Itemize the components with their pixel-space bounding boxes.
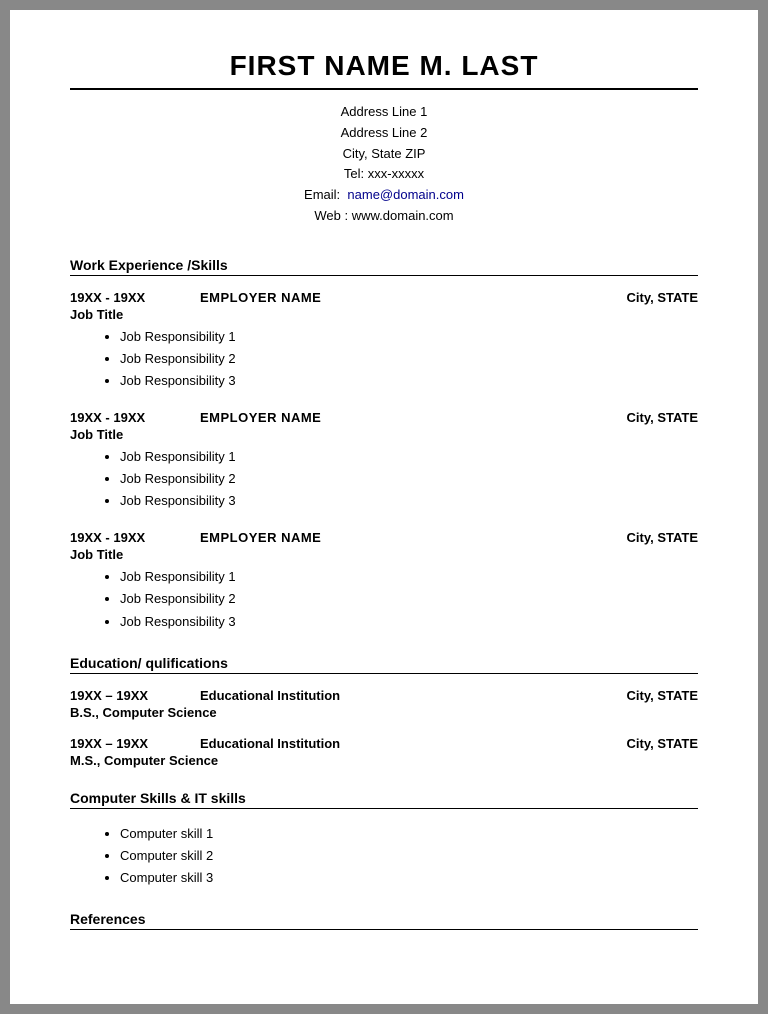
references-title: References <box>70 911 698 930</box>
job-1-responsibility-1: Job Responsibility 1 <box>120 326 698 348</box>
edu-dates-2: 19XX – 19XX <box>70 736 170 751</box>
job-location-2: City, STATE <box>627 410 699 425</box>
edu-institution-2: Educational Institution <box>200 736 340 751</box>
address-line1: Address Line 1 <box>70 102 698 123</box>
job-entry-2: 19XX - 19XX EMPLOYER NAME City, STATE Jo… <box>70 410 698 512</box>
contact-info: Address Line 1 Address Line 2 City, Stat… <box>70 102 698 227</box>
education-title: Education/ qulifications <box>70 655 698 674</box>
job-dates-3: 19XX - 19XX <box>70 530 170 545</box>
city-state-zip: City, State ZIP <box>70 144 698 165</box>
header-divider <box>70 88 698 90</box>
full-name: FIRST NAME M. LAST <box>70 50 698 82</box>
tel-value: xxx-xxxxx <box>368 166 424 181</box>
job-title-1: Job Title <box>70 307 698 322</box>
skill-item-1: Computer skill 1 <box>120 823 698 845</box>
job-1-responsibility-2: Job Responsibility 2 <box>120 348 698 370</box>
job-responsibilities-2: Job Responsibility 1Job Responsibility 2… <box>120 446 698 512</box>
edu-container: 19XX – 19XX Educational Institution City… <box>70 688 698 768</box>
edu-entry-2: 19XX – 19XX Educational Institution City… <box>70 736 698 768</box>
email-line: Email: name@domain.com <box>70 185 698 206</box>
skill-item-2: Computer skill 2 <box>120 845 698 867</box>
job-entry-1: 19XX - 19XX EMPLOYER NAME City, STATE Jo… <box>70 290 698 392</box>
edu-header-1: 19XX – 19XX Educational Institution City… <box>70 688 698 703</box>
job-location-3: City, STATE <box>627 530 699 545</box>
edu-header-2: 19XX – 19XX Educational Institution City… <box>70 736 698 751</box>
skills-list: Computer skill 1Computer skill 2Computer… <box>120 823 698 889</box>
job-dates-2: 19XX - 19XX <box>70 410 170 425</box>
job-2-responsibility-2: Job Responsibility 2 <box>120 468 698 490</box>
edu-dates-1: 19XX – 19XX <box>70 688 170 703</box>
job-location-1: City, STATE <box>627 290 699 305</box>
edu-entry-1: 19XX – 19XX Educational Institution City… <box>70 688 698 720</box>
work-experience-section: Work Experience /Skills 19XX - 19XX EMPL… <box>70 257 698 633</box>
edu-location-1: City, STATE <box>627 688 699 703</box>
web-value: www.domain.com <box>352 208 454 223</box>
computer-skills-section: Computer Skills & IT skills Computer ski… <box>70 790 698 889</box>
resume-page: FIRST NAME M. LAST Address Line 1 Addres… <box>10 10 758 1004</box>
job-responsibilities-3: Job Responsibility 1Job Responsibility 2… <box>120 566 698 632</box>
references-section: References <box>70 911 698 930</box>
web-line: Web : www.domain.com <box>70 206 698 227</box>
tel-label: Tel: <box>344 166 364 181</box>
job-employer-1: EMPLOYER NAME <box>200 290 321 305</box>
job-3-responsibility-3: Job Responsibility 3 <box>120 611 698 633</box>
job-employer-3: EMPLOYER NAME <box>200 530 321 545</box>
job-header-1: 19XX - 19XX EMPLOYER NAME City, STATE <box>70 290 698 305</box>
education-section: Education/ qulifications 19XX – 19XX Edu… <box>70 655 698 768</box>
job-title-2: Job Title <box>70 427 698 442</box>
edu-degree-1: B.S., Computer Science <box>70 705 698 720</box>
job-3-responsibility-1: Job Responsibility 1 <box>120 566 698 588</box>
job-employer-2: EMPLOYER NAME <box>200 410 321 425</box>
edu-degree-2: M.S., Computer Science <box>70 753 698 768</box>
job-2-responsibility-3: Job Responsibility 3 <box>120 490 698 512</box>
jobs-container: 19XX - 19XX EMPLOYER NAME City, STATE Jo… <box>70 290 698 633</box>
job-2-responsibility-1: Job Responsibility 1 <box>120 446 698 468</box>
email-link[interactable]: name@domain.com <box>347 187 464 202</box>
job-responsibilities-1: Job Responsibility 1Job Responsibility 2… <box>120 326 698 392</box>
email-label: Email: <box>304 187 340 202</box>
job-title-3: Job Title <box>70 547 698 562</box>
edu-location-2: City, STATE <box>627 736 699 751</box>
job-1-responsibility-3: Job Responsibility 3 <box>120 370 698 392</box>
computer-skills-title: Computer Skills & IT skills <box>70 790 698 809</box>
address-line2: Address Line 2 <box>70 123 698 144</box>
edu-institution-1: Educational Institution <box>200 688 340 703</box>
work-experience-title: Work Experience /Skills <box>70 257 698 276</box>
job-3-responsibility-2: Job Responsibility 2 <box>120 588 698 610</box>
job-header-3: 19XX - 19XX EMPLOYER NAME City, STATE <box>70 530 698 545</box>
skill-item-3: Computer skill 3 <box>120 867 698 889</box>
job-header-2: 19XX - 19XX EMPLOYER NAME City, STATE <box>70 410 698 425</box>
tel-line: Tel: xxx-xxxxx <box>70 164 698 185</box>
job-entry-3: 19XX - 19XX EMPLOYER NAME City, STATE Jo… <box>70 530 698 632</box>
job-dates-1: 19XX - 19XX <box>70 290 170 305</box>
web-label: Web : <box>314 208 348 223</box>
